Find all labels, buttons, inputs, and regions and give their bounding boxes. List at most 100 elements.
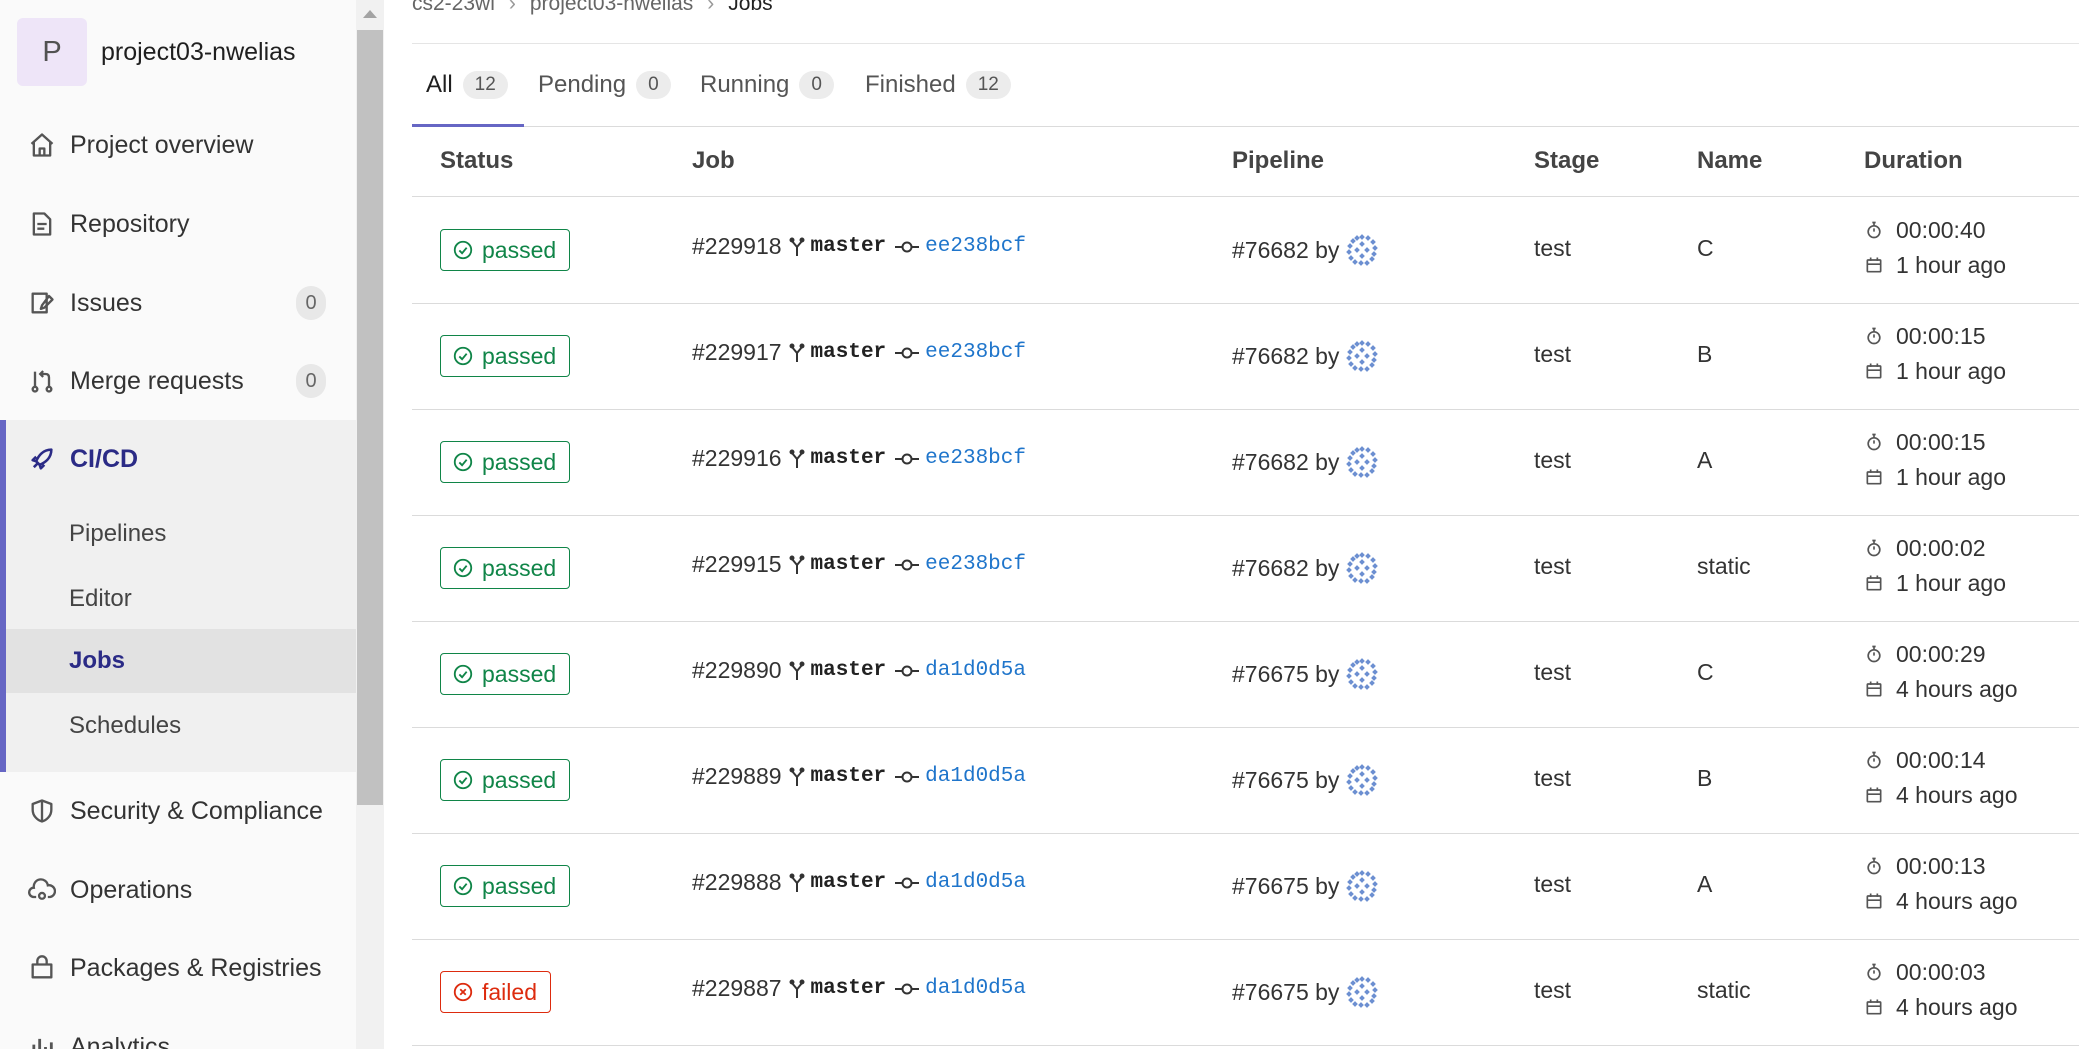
chevron-right-icon: › [707, 0, 715, 15]
duration-cell: 00:00:14 4 hours ago [1864, 743, 2017, 813]
branch-link[interactable]: master [811, 235, 887, 258]
job-id-link[interactable]: #229888 [692, 869, 782, 896]
failed-status-icon [452, 981, 482, 1003]
duration-value: 00:00:15 [1896, 322, 1986, 349]
user-avatar[interactable] [1345, 763, 1379, 797]
sidebar-item-label: Issues [70, 288, 143, 317]
job-id-link[interactable]: #229890 [692, 657, 782, 684]
pipeline-link[interactable]: #76682 by [1232, 343, 1339, 370]
commit-sha-link[interactable]: ee238bcf [925, 235, 1026, 258]
tab-pending[interactable]: Pending 0 [538, 44, 671, 126]
job-id-link[interactable]: #229915 [692, 551, 782, 578]
sidebar-subitem-jobs[interactable]: Jobs [6, 629, 356, 693]
column-header-pipeline: Pipeline [1232, 147, 1325, 174]
project-header[interactable]: P project03-nwelias [17, 18, 296, 86]
sidebar-item-cicd[interactable]: CI/CD [6, 420, 356, 498]
duration-value: 00:00:29 [1896, 640, 1986, 667]
job-cell: #229888 master da1d0d5a [692, 869, 1026, 896]
scroll-up-arrow-icon[interactable] [363, 10, 377, 18]
job-cell: #229915 master ee238bcf [692, 551, 1026, 578]
commit-sha-link[interactable]: da1d0d5a [925, 659, 1026, 682]
branch-link[interactable]: master [811, 341, 887, 364]
stage-cell: test [1534, 765, 1572, 791]
commit-icon [895, 240, 920, 254]
passed-status-icon [452, 345, 482, 367]
user-avatar[interactable] [1345, 233, 1379, 267]
sidebar-item-operations[interactable]: Operations [0, 851, 356, 929]
column-header-name: Name [1697, 147, 1763, 174]
status-badge[interactable]: passed [440, 865, 571, 907]
stopwatch-icon [1864, 750, 1896, 770]
stage-cell: test [1534, 659, 1572, 685]
pipeline-link[interactable]: #76675 by [1232, 979, 1339, 1006]
sidebar-item-security-compliance[interactable]: Security & Compliance [0, 772, 356, 850]
job-id-link[interactable]: #229889 [692, 763, 782, 790]
status-label: passed [482, 872, 557, 899]
user-avatar[interactable] [1345, 869, 1379, 903]
job-id-link[interactable]: #229917 [692, 339, 782, 366]
sidebar-item-project-overview[interactable]: Project overview [0, 106, 356, 184]
breadcrumb-project[interactable]: project03-nwelias [530, 0, 693, 16]
branch-link[interactable]: master [811, 553, 887, 576]
status-label: passed [482, 342, 557, 369]
document-icon [26, 208, 58, 240]
status-badge[interactable]: passed [440, 441, 571, 483]
pipeline-link[interactable]: #76682 by [1232, 237, 1339, 264]
branch-link[interactable]: master [811, 977, 887, 1000]
sidebar-item-analytics[interactable]: Analytics [0, 1008, 356, 1049]
user-avatar[interactable] [1345, 551, 1379, 585]
job-id-link[interactable]: #229918 [692, 233, 782, 260]
branch-link[interactable]: master [811, 871, 887, 894]
calendar-icon [1864, 785, 1896, 805]
column-header-duration: Duration [1864, 147, 1963, 174]
status-badge[interactable]: passed [440, 335, 571, 377]
tab-finished[interactable]: Finished 12 [865, 44, 1011, 126]
commit-sha-link[interactable]: da1d0d5a [925, 871, 1026, 894]
commit-icon [895, 452, 920, 466]
breadcrumb-current[interactable]: Jobs [728, 0, 772, 16]
pipeline-link[interactable]: #76675 by [1232, 767, 1339, 794]
sidebar-subitem-editor[interactable]: Editor [6, 567, 356, 631]
branch-link[interactable]: master [811, 659, 887, 682]
status-badge[interactable]: passed [440, 547, 571, 589]
duration-value: 00:00:14 [1896, 746, 1986, 773]
tab-all[interactable]: All 12 [426, 44, 508, 126]
status-badge[interactable]: failed [440, 971, 551, 1013]
pipeline-link[interactable]: #76682 by [1232, 555, 1339, 582]
user-avatar[interactable] [1345, 657, 1379, 691]
user-avatar[interactable] [1345, 445, 1379, 479]
sidebar-item-repository[interactable]: Repository [0, 185, 356, 263]
status-badge[interactable]: passed [440, 759, 571, 801]
sidebar-subitem-schedules[interactable]: Schedules [6, 694, 356, 758]
commit-sha-link[interactable]: ee238bcf [925, 553, 1026, 576]
user-avatar[interactable] [1345, 975, 1379, 1009]
branch-link[interactable]: master [811, 765, 887, 788]
status-badge[interactable]: passed [440, 229, 571, 271]
sidebar-item-packages-registries[interactable]: Packages & Registries [0, 929, 356, 1007]
duration-value: 00:00:02 [1896, 534, 1986, 561]
status-badge[interactable]: passed [440, 653, 571, 695]
pipeline-link[interactable]: #76675 by [1232, 661, 1339, 688]
table-row: passed #229890 master da1d0d5a #76675 by test… [412, 621, 2079, 728]
tab-running[interactable]: Running 0 [700, 44, 834, 126]
breadcrumb-group[interactable]: cs2-23wi [412, 0, 495, 16]
branch-link[interactable]: master [811, 447, 887, 470]
commit-sha-link[interactable]: da1d0d5a [925, 765, 1026, 788]
commit-sha-link[interactable]: ee238bcf [925, 447, 1026, 470]
finished-time: 4 hours ago [1896, 993, 2018, 1020]
job-name-cell: static [1697, 977, 1751, 1003]
commit-sha-link[interactable]: ee238bcf [925, 341, 1026, 364]
sidebar-item-label: Analytics [70, 1032, 171, 1049]
job-id-link[interactable]: #229916 [692, 445, 782, 472]
sidebar-item-merge-requests[interactable]: Merge requests 0 [0, 342, 356, 420]
pipeline-link[interactable]: #76675 by [1232, 873, 1339, 900]
pipeline-link[interactable]: #76682 by [1232, 449, 1339, 476]
tab-label: Pending [538, 71, 627, 98]
sidebar-item-label: Merge requests [70, 366, 244, 395]
sidebar-subitem-pipelines[interactable]: Pipelines [6, 502, 356, 566]
user-avatar[interactable] [1345, 339, 1379, 373]
commit-sha-link[interactable]: da1d0d5a [925, 977, 1026, 1000]
sidebar-item-issues[interactable]: Issues 0 [0, 264, 356, 342]
sidebar-scrollbar-thumb[interactable] [357, 30, 383, 805]
job-id-link[interactable]: #229887 [692, 975, 782, 1002]
